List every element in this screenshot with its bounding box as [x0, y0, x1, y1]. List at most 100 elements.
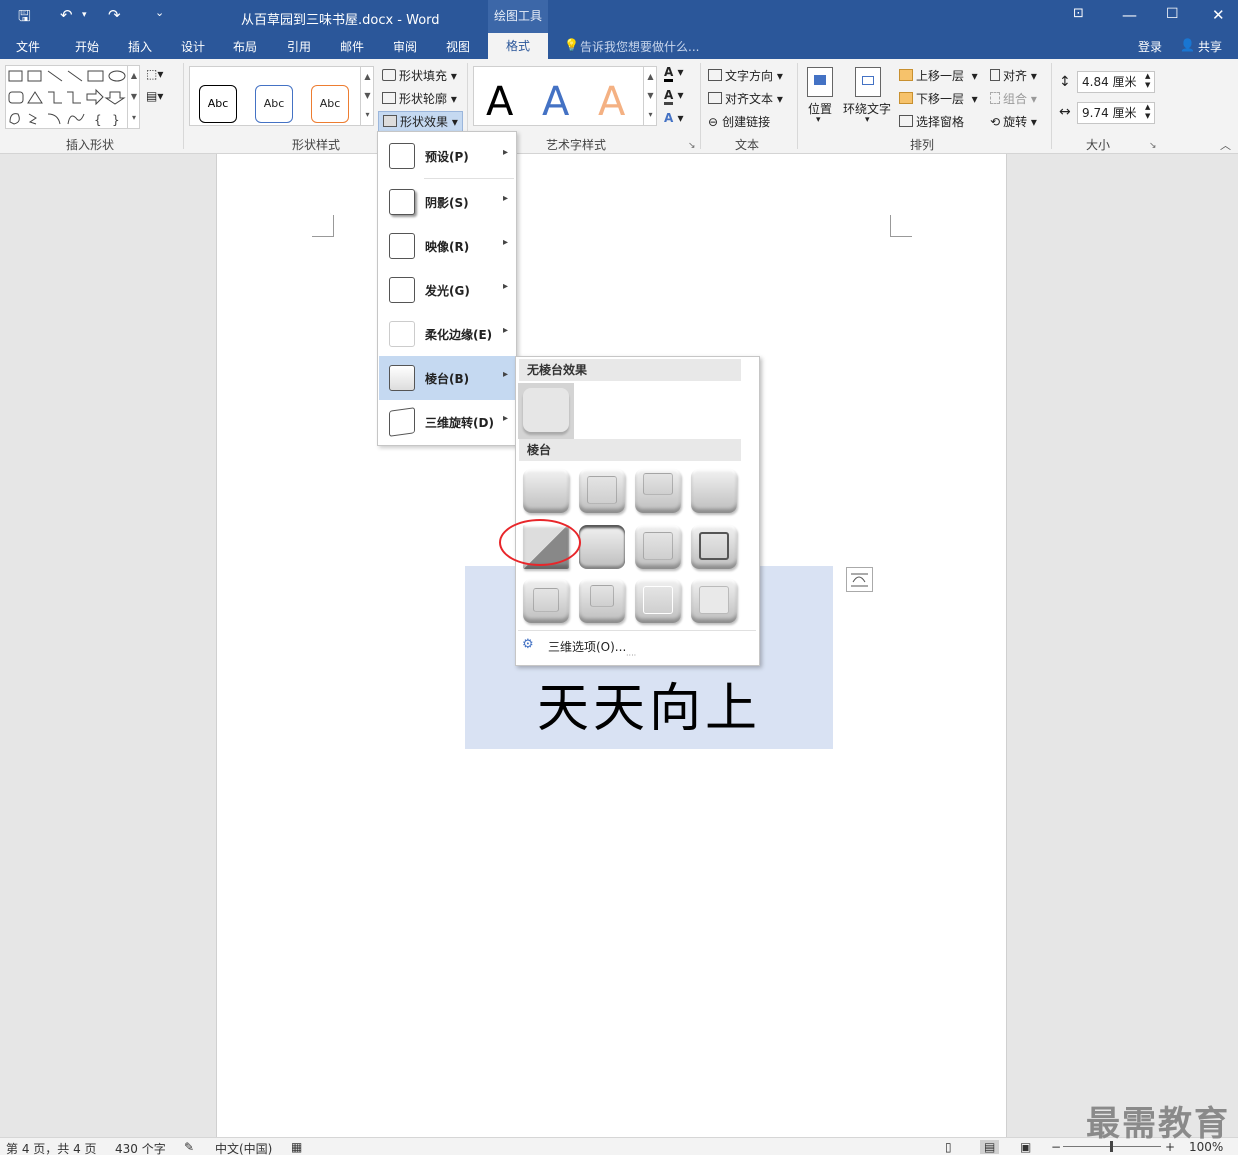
undo-icon[interactable]: ↶ — [60, 6, 73, 24]
menu-item-preset[interactable]: 预设(P) ▸ — [379, 134, 516, 178]
wordart-style-blue[interactable]: A — [542, 79, 569, 125]
bevel-slope[interactable] — [691, 525, 737, 569]
shape-height-spinner[interactable]: ▲ ▼ — [1145, 72, 1150, 90]
close-icon[interactable]: ✕ — [1212, 6, 1225, 24]
no-bevel-option[interactable] — [518, 383, 574, 439]
menu-item-glow[interactable]: 发光(G) ▸ — [379, 268, 516, 312]
menu-item-shadow[interactable]: 阴影(S) ▸ — [379, 180, 516, 224]
save-icon[interactable]: 🖫 — [18, 6, 31, 31]
shape-text[interactable]: 天天向上 — [465, 666, 833, 741]
menu-item-soft-edges[interactable]: 柔化边缘(E) ▸ — [379, 312, 516, 356]
text-fill-icon[interactable]: A ▾ — [664, 65, 684, 82]
word-count[interactable]: 430 个字 — [115, 1140, 166, 1155]
undo-dropdown-icon[interactable]: ▾ — [82, 10, 87, 20]
shape-style-black[interactable]: Abc — [199, 85, 237, 123]
ribbon-display-options-icon[interactable]: ⊡ — [1073, 6, 1084, 21]
tab-references[interactable]: 引用 — [287, 38, 311, 55]
text-direction-button[interactable]: 文字方向 ▾ — [708, 67, 783, 84]
customize-qat-icon[interactable]: ⌄ — [155, 6, 164, 19]
wordart-scroll[interactable]: ▲ ▼ ▾ — [643, 67, 657, 125]
macro-icon[interactable]: ▦ — [291, 1140, 302, 1154]
tell-me-box[interactable]: 告诉我您想要做什么... — [580, 38, 699, 55]
tab-layout[interactable]: 布局 — [233, 38, 257, 55]
shape-effects-button[interactable]: 形状效果 ▾ — [378, 111, 463, 132]
tab-home[interactable]: 开始 — [75, 38, 99, 55]
proofing-icon[interactable]: ✎ — [184, 1140, 194, 1154]
wordart-dialog-launcher-icon[interactable]: ↘ — [688, 141, 696, 151]
create-link-button[interactable]: ⊖ 创建链接 — [708, 113, 770, 130]
wrap-text-dropdown-icon[interactable]: ▾ — [865, 115, 870, 125]
tab-design[interactable]: 设计 — [181, 38, 205, 55]
shape-style-orange[interactable]: Abc — [311, 85, 349, 123]
shape-outline-button[interactable]: 形状轮廓 ▾ — [382, 90, 457, 107]
text-box-icon[interactable]: ▤▾ — [146, 89, 163, 103]
no-bevel-thumbnail — [523, 388, 569, 432]
shape-width-input[interactable]: 9.74 厘米 — [1077, 102, 1155, 124]
position-icon[interactable] — [807, 67, 833, 97]
3d-options-link[interactable]: 三维选项(O)... — [548, 638, 626, 655]
collapse-ribbon-icon[interactable]: ︿ — [1220, 137, 1231, 153]
bring-forward-button[interactable]: 上移一层 ▾ — [899, 67, 978, 84]
rotate-button[interactable]: ⟲ 旋转 ▾ — [990, 113, 1037, 130]
bevel-riblet[interactable] — [579, 579, 625, 623]
sign-in-link[interactable]: 登录 — [1138, 38, 1162, 55]
tab-insert[interactable]: 插入 — [128, 38, 152, 55]
shapes-gallery[interactable]: {} — [5, 65, 140, 129]
group-separator — [700, 63, 701, 149]
text-outline-icon[interactable]: A ▾ — [664, 88, 684, 105]
print-layout-icon[interactable]: ▤ — [980, 1140, 1000, 1154]
shape-style-blue[interactable]: Abc — [255, 85, 293, 123]
menu-item-reflection[interactable]: 映像(R) ▸ — [379, 224, 516, 268]
wordart-style-orange[interactable]: A — [598, 79, 625, 125]
shape-width-spinner[interactable]: ▲ ▼ — [1145, 103, 1150, 121]
tab-mailings[interactable]: 邮件 — [340, 38, 364, 55]
size-dialog-launcher-icon[interactable]: ↘ — [1149, 141, 1157, 151]
resize-grip-icon[interactable]: ···· — [626, 651, 636, 660]
shape-styles-scroll[interactable]: ▲ ▼ ▾ — [360, 67, 374, 125]
shape-fill-button[interactable]: 形状填充 ▾ — [382, 67, 457, 84]
text-effects-icon[interactable]: A ▾ — [664, 111, 684, 125]
edit-shape-icon[interactable]: ⬚▾ — [146, 67, 163, 81]
bevel-circle[interactable] — [523, 469, 569, 513]
layout-options-button[interactable] — [846, 567, 873, 592]
send-backward-button[interactable]: 下移一层 ▾ — [899, 90, 978, 107]
tab-view[interactable]: 视图 — [446, 38, 470, 55]
language[interactable]: 中文(中国) — [215, 1140, 272, 1155]
bevel-hard-edge[interactable] — [635, 579, 681, 623]
zoom-out-icon[interactable]: − — [1051, 1140, 1061, 1154]
bevel-convex[interactable] — [635, 525, 681, 569]
bevel-art-deco[interactable] — [691, 579, 737, 623]
title-bar: 🖫 ↶ ▾ ↷ ⌄ 从百草园到三味书屋.docx - Word 绘图工具 ⊡ —… — [0, 0, 1238, 33]
tab-format[interactable]: 格式 — [488, 33, 548, 59]
bevel-cool-slant[interactable] — [691, 469, 737, 513]
tab-review[interactable]: 审阅 — [393, 38, 417, 55]
align-text-button[interactable]: 对齐文本 ▾ — [708, 90, 783, 107]
read-mode-icon[interactable]: ▯ — [945, 1140, 952, 1154]
wordart-gallery[interactable]: A A A ▲ ▼ ▾ — [473, 66, 657, 126]
share-button[interactable]: 共享 — [1198, 38, 1222, 55]
redo-icon[interactable]: ↷ — [108, 6, 121, 24]
wrap-text-icon[interactable] — [855, 67, 881, 97]
3d-rotation-thumbnail — [389, 407, 415, 437]
align-button[interactable]: 对齐 ▾ — [990, 67, 1037, 84]
shape-height-input[interactable]: 4.84 厘米 — [1077, 71, 1155, 93]
bevel-cross[interactable] — [635, 469, 681, 513]
menu-item-bevel[interactable]: 棱台(B) ▸ — [379, 356, 516, 400]
position-dropdown-icon[interactable]: ▾ — [816, 115, 821, 125]
minimize-icon[interactable]: — — [1122, 6, 1137, 24]
web-layout-icon[interactable]: ▣ — [1020, 1140, 1031, 1154]
group-button[interactable]: 组合 ▾ — [990, 90, 1037, 107]
page-count[interactable]: 第 4 页，共 4 页 — [6, 1140, 97, 1155]
bevel-inner-face — [587, 476, 617, 504]
bevel-divot[interactable] — [523, 579, 569, 623]
bevel-relaxed-inset[interactable] — [579, 469, 625, 513]
menu-item-3d-rotation[interactable]: 三维旋转(D) ▸ — [379, 400, 516, 444]
menu-item-label: 预设(P) — [425, 150, 469, 164]
bevel-soft-round[interactable] — [579, 525, 625, 569]
selection-pane-button[interactable]: 选择窗格 — [899, 113, 964, 130]
shape-styles-gallery[interactable]: Abc Abc Abc ▲ ▼ ▾ — [189, 66, 374, 126]
tab-file[interactable]: 文件 — [16, 38, 40, 55]
shapes-gallery-scroll[interactable]: ▲ ▼ ▾ — [127, 65, 140, 129]
maximize-icon[interactable]: ☐ — [1166, 6, 1179, 22]
wordart-style-black[interactable]: A — [486, 79, 513, 125]
